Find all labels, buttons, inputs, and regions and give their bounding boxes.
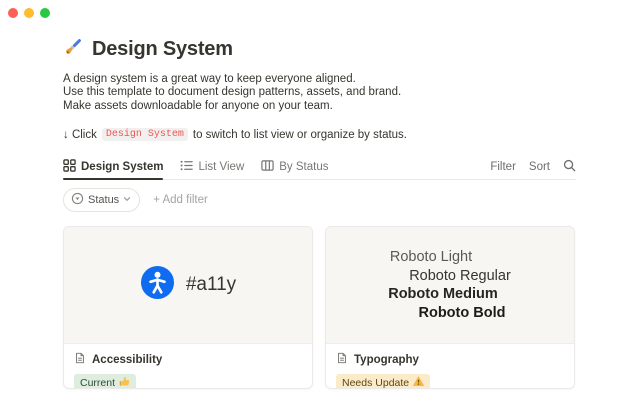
notion-window: { "window": { "controls": { "close": "cl… [0,0,640,400]
card-footer: Accessibility Current [64,344,312,389]
board-view-icon [261,159,274,175]
page-description: A design system is a great way to keep e… [63,73,576,113]
hint-line: ↓ Click Design System to switch to list … [63,128,576,141]
gallery-view-icon [63,159,76,175]
tab-by-status[interactable]: By Status [261,154,328,179]
page-icon [336,352,348,367]
hint-prefix: ↓ Click [63,129,97,141]
page-icon [74,352,86,367]
description-line: Make assets downloadable for anyone on y… [63,100,576,113]
filter-button[interactable]: Filter [490,161,516,173]
accessibility-icon [140,265,175,305]
tab-design-system[interactable]: Design System [63,154,163,179]
description-line: Use this template to document design pat… [63,86,576,99]
search-icon[interactable] [563,159,576,175]
badge-label: Needs Update [342,377,409,389]
font-sample-medium: Roboto Medium [388,285,498,304]
paintbrush-icon [63,37,83,62]
warning-icon [413,376,424,389]
status-filter-label: Status [88,194,119,206]
tab-label: List View [198,161,244,173]
card-preview-text: #a11y [186,274,236,296]
tab-label: Design System [81,161,163,173]
card-preview: #a11y [64,227,312,344]
inline-code-chip: Design System [102,128,188,141]
card-title-row: Accessibility [74,352,302,367]
page-title-row: Design System [63,37,576,62]
hint-suffix: to switch to list view or organize by st… [193,129,407,141]
thumbs-up-icon [119,376,130,389]
card-typography[interactable]: Roboto Light Roboto Regular Roboto Mediu… [325,226,575,389]
card-footer: Typography Needs Update [326,344,574,389]
tab-list-view[interactable]: List View [180,154,244,179]
page-content: Design System A design system is a great… [63,37,576,389]
card-title: Accessibility [92,354,162,366]
card-title: Typography [354,354,419,366]
status-badge-current[interactable]: Current [74,374,136,389]
tab-label: By Status [279,161,328,173]
card-title-row: Typography [336,352,564,367]
list-view-icon [180,159,193,175]
view-tabbar: Design System List View [63,154,576,180]
sort-button[interactable]: Sort [529,161,550,173]
card-preview: Roboto Light Roboto Regular Roboto Mediu… [326,227,574,344]
view-toolbar: Filter Sort [490,159,576,175]
badge-label: Current [80,377,115,389]
status-filter-chip[interactable]: Status [63,188,140,212]
window-controls [8,8,50,18]
font-sample-light: Roboto Light [390,248,472,267]
zoom-button[interactable] [40,8,50,18]
add-filter-button[interactable]: + Add filter [153,194,208,206]
font-sample-bold: Roboto Bold [419,304,506,323]
filter-bar: Status + Add filter [63,188,576,212]
card-accessibility[interactable]: #a11y Accessibility Current [63,226,313,389]
gallery-cards: #a11y Accessibility Current [63,226,576,389]
chevron-down-icon [123,194,131,206]
page-title: Design System [92,38,233,61]
close-button[interactable] [8,8,18,18]
status-badge-needs-update[interactable]: Needs Update [336,374,430,389]
font-sample-regular: Roboto Regular [409,267,511,286]
minimize-button[interactable] [24,8,34,18]
description-line: A design system is a great way to keep e… [63,73,576,86]
status-circle-icon [71,192,84,208]
